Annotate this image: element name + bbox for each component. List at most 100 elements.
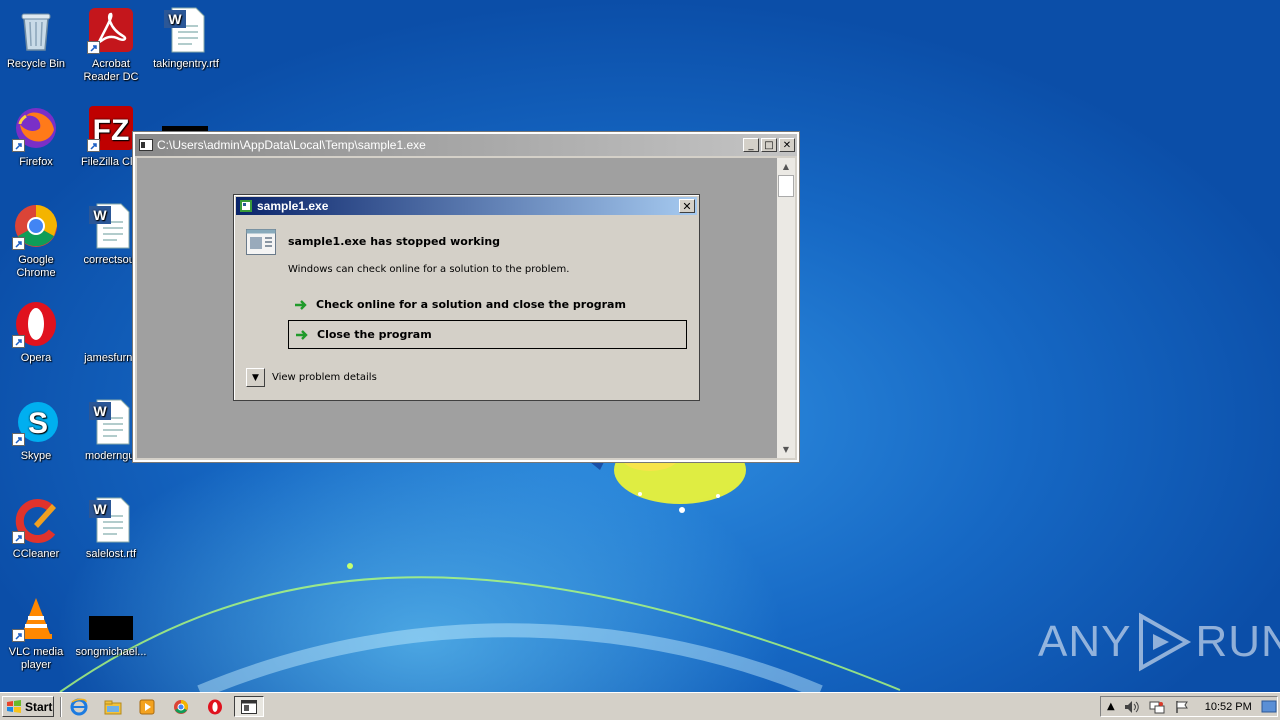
word-document-icon: W (87, 496, 135, 544)
desktop-icon-ccleaner[interactable]: CCleaner (0, 496, 72, 561)
svg-text:W: W (93, 403, 107, 419)
check-online-option[interactable]: Check online for a solution and close th… (288, 290, 687, 319)
desktop-icon-firefox[interactable]: Firefox (0, 104, 72, 169)
dialog-title: sample1.exe (257, 199, 329, 213)
chrome-icon[interactable] (171, 698, 191, 716)
desktop-icon-label: Google (18, 254, 54, 266)
opera-icon[interactable] (205, 698, 225, 716)
error-dialog[interactable]: sample1.exe ✕ sample1.exe has stopped wo… (233, 194, 700, 401)
desktop-icon-label: salelost.rtf (85, 548, 137, 560)
desktop-icon-recycle-bin[interactable]: Recycle Bin (0, 6, 72, 71)
desktop-icon-label: takingentry.rtf (153, 58, 219, 70)
program-window-icon (246, 229, 276, 255)
shortcut-arrow-icon (12, 629, 25, 642)
dialog-close-button[interactable]: ✕ (679, 199, 695, 213)
watermark-text-right: RUN (1195, 617, 1280, 666)
desktop-icon-takingentry[interactable]: W takingentry.rtf (150, 6, 222, 71)
anyrun-watermark: ANY RUN (1038, 612, 1280, 672)
clock[interactable]: 10:52 PM (1205, 701, 1252, 713)
skype-icon: S (12, 398, 60, 446)
view-details-label: View problem details (272, 372, 377, 383)
word-document-icon: W (87, 398, 135, 446)
chevron-down-icon[interactable]: ▼ (246, 368, 265, 387)
console-title: C:\Users\admin\AppData\Local\Temp\sample… (157, 138, 426, 152)
taskbar-separator (60, 697, 62, 717)
green-arrow-icon (296, 329, 308, 340)
desktop-icon-label: songmichael... (75, 646, 147, 658)
speaker-icon[interactable] (1124, 700, 1140, 714)
show-desktop-icon[interactable] (1261, 700, 1277, 714)
desktop-icon-songmichael[interactable]: songmichael... (75, 594, 147, 659)
opera-icon (12, 300, 60, 348)
desktop-icon-label: CCleaner (12, 548, 60, 560)
ie-icon[interactable] (69, 698, 89, 716)
console-window-icon (139, 139, 153, 151)
media-player-icon[interactable] (137, 698, 157, 716)
desktop-icon-acrobat[interactable]: Acrobat Reader DC (75, 6, 147, 84)
close-button[interactable]: ✕ (779, 138, 795, 152)
desktop-icon-label: Chrome (16, 267, 56, 279)
desktop-icon-label: VLC media (8, 646, 64, 658)
desktop-icon-vlc[interactable]: VLC media player (0, 594, 72, 672)
explorer-icon[interactable] (103, 698, 123, 716)
console-window-icon (241, 699, 257, 714)
watermark-text-left: ANY (1038, 617, 1132, 666)
view-details-toggle[interactable]: ▼ View problem details (246, 368, 377, 387)
recycle-bin-icon (12, 6, 60, 54)
firefox-icon (12, 104, 60, 152)
system-tray: ▲ 10:52 PM (1100, 696, 1278, 717)
shortcut-arrow-icon (12, 531, 25, 544)
dialog-titlebar[interactable]: sample1.exe ✕ (236, 197, 697, 215)
scroll-up-arrow-icon[interactable]: ▲ (777, 158, 795, 175)
desktop-icon-label: Recycle Bin (6, 58, 66, 70)
svg-text:W: W (93, 501, 107, 517)
start-button[interactable]: Start (2, 696, 54, 717)
dialog-message: Windows can check online for a solution … (288, 264, 570, 275)
acrobat-icon (87, 6, 135, 54)
start-label: Start (25, 699, 53, 714)
desktop-icon-label: Acrobat (92, 58, 130, 70)
show-hidden-icons-icon[interactable]: ▲ (1107, 701, 1115, 712)
play-logo-icon (1139, 612, 1192, 672)
shortcut-arrow-icon (12, 335, 25, 348)
blank-file-icon (87, 300, 135, 348)
scroll-down-arrow-icon[interactable]: ▼ (777, 441, 795, 458)
desktop-icon-label: Reader DC (83, 71, 139, 83)
minimize-button[interactable]: _ (743, 138, 759, 152)
desktop-icon-label: Firefox (19, 156, 53, 168)
taskbar-console-button[interactable] (234, 696, 264, 717)
vertical-scrollbar[interactable]: ▲ ▼ (777, 158, 795, 458)
taskbar: Start ▲ 10:52 PM (0, 692, 1280, 720)
svg-text:W: W (93, 207, 107, 223)
desktop-icon-label: player (21, 659, 51, 671)
action-center-flag-icon[interactable] (1174, 700, 1190, 714)
desktop-icon-opera[interactable]: Opera (0, 300, 72, 365)
desktop-icon-google-chrome[interactable]: Google Chrome (0, 202, 72, 280)
desktop-icon-salelost[interactable]: W salelost.rtf (75, 496, 147, 561)
network-icon[interactable] (1149, 700, 1165, 714)
desktop-icon-skype[interactable]: S Skype (0, 398, 72, 463)
scrollbar-thumb[interactable] (778, 175, 794, 197)
close-program-label: Close the program (317, 328, 432, 341)
vlc-icon (12, 594, 60, 642)
shortcut-arrow-icon (12, 433, 25, 446)
shortcut-arrow-icon (87, 139, 100, 152)
console-titlebar[interactable]: C:\Users\admin\AppData\Local\Temp\sample… (135, 134, 797, 156)
word-document-icon: W (87, 202, 135, 250)
svg-text:W: W (168, 11, 182, 27)
desktop-icon-label: Opera (20, 352, 52, 364)
check-online-label: Check online for a solution and close th… (316, 298, 626, 311)
shortcut-arrow-icon (12, 139, 25, 152)
green-arrow-icon (295, 299, 307, 310)
close-program-option[interactable]: Close the program (288, 320, 687, 349)
dialog-heading: sample1.exe has stopped working (288, 235, 501, 248)
windows-logo-icon (7, 699, 21, 713)
black-file-icon (87, 594, 135, 642)
svg-text:S: S (28, 407, 48, 440)
chrome-icon (12, 202, 60, 250)
app-icon (240, 200, 252, 212)
shortcut-arrow-icon (12, 237, 25, 250)
maximize-button[interactable]: □ (761, 138, 777, 152)
word-document-icon: W (162, 6, 210, 54)
ccleaner-icon (12, 496, 60, 544)
